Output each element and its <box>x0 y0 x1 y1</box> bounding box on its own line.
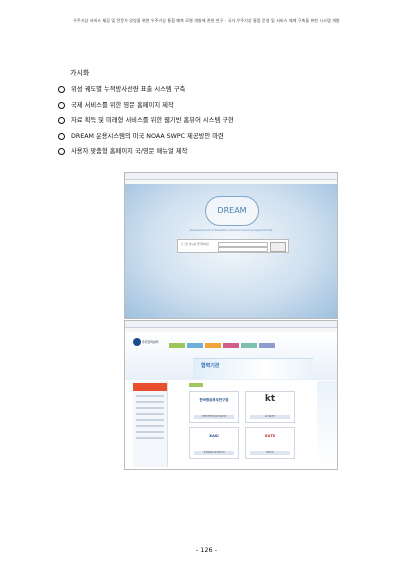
decorative-cloud-image <box>317 381 337 467</box>
bullet-item: 국제 서비스를 위한 영문 홈페이지 제작 <box>58 98 234 114</box>
circle-bullet-icon <box>58 132 65 140</box>
site-header: 우주전파센터 협력기관 <box>125 332 337 380</box>
nav-menu-item <box>205 343 221 348</box>
site-nav <box>169 343 275 348</box>
partner-grid: 한국항공우주연구원 한국항공우주연구원 바로가기 kt KT 바로가기 KASI… <box>173 381 323 467</box>
nav-menu-item <box>259 343 275 348</box>
dream-tagline: Development of Radiation Environment Ana… <box>189 228 273 232</box>
nav-menu-item <box>223 343 239 348</box>
page-banner: 협력기관 <box>193 358 313 379</box>
page-header: 우주기상 서비스 제공 및 전문가 양성을 위한 우주기상 통합 예측 모델 개… <box>73 18 340 23</box>
bullet-item: 자료 획득 및 미래형 서비스를 위한 웹기반 홈뷰어 시스템 구현 <box>58 113 234 129</box>
bullet-list: 위성 궤도별 누적방사선량 표출 시스템 구축 국제 서비스를 위한 영문 홈페… <box>58 82 234 160</box>
homepage-screenshot: 우주전파센터 협력기관 한국항공우주연구원 한국항공우주연구원 바로가기 kt … <box>124 320 338 470</box>
banner-title: 협력기관 <box>201 363 220 369</box>
section-title: 가시화 <box>70 69 90 77</box>
partner-card: KASI 한국천문연구원 바로가기 <box>189 427 239 459</box>
circle-bullet-icon <box>58 86 65 94</box>
circle-bullet-icon <box>58 101 65 109</box>
bullet-item: 위성 궤도별 누적방사선량 표출 시스템 구축 <box>58 82 234 98</box>
site-logo: 우주전파센터 <box>133 338 159 348</box>
circle-bullet-icon <box>58 117 65 125</box>
partner-card: 한국항공우주연구원 한국항공우주연구원 바로가기 <box>189 391 239 423</box>
government-seal-icon <box>133 338 141 346</box>
category-tag <box>189 383 203 387</box>
side-menu-header <box>133 383 167 391</box>
password-field <box>218 247 268 252</box>
page-number: - 126 - <box>195 546 218 554</box>
nav-menu-item <box>187 343 203 348</box>
browser-titlebar <box>125 321 337 328</box>
login-stage: DREAM Development of Radiation Environme… <box>125 184 337 318</box>
nav-menu-item <box>241 343 257 348</box>
dream-logo: DREAM <box>205 196 259 226</box>
login-box: 로그인 정보를 입력하세요 <box>177 239 289 253</box>
bullet-item: DREAM 운용시스템의 미국 NOAA SWPC 제공방안 마련 <box>58 129 234 145</box>
side-menu <box>133 381 168 467</box>
browser-titlebar <box>125 173 337 180</box>
dream-login-screenshot: DREAM Development of Radiation Environme… <box>124 172 338 319</box>
login-button <box>270 242 286 252</box>
circle-bullet-icon <box>58 148 65 156</box>
bullet-item: 사용자 맞춤형 홈페이지 국/영문 매뉴얼 제작 <box>58 144 234 160</box>
nav-menu-item <box>169 343 185 348</box>
login-label: 로그인 정보를 입력하세요 <box>181 243 209 246</box>
partner-card: kt KT 바로가기 <box>245 391 295 423</box>
partner-card: KUTE 바로가기 <box>245 427 295 459</box>
